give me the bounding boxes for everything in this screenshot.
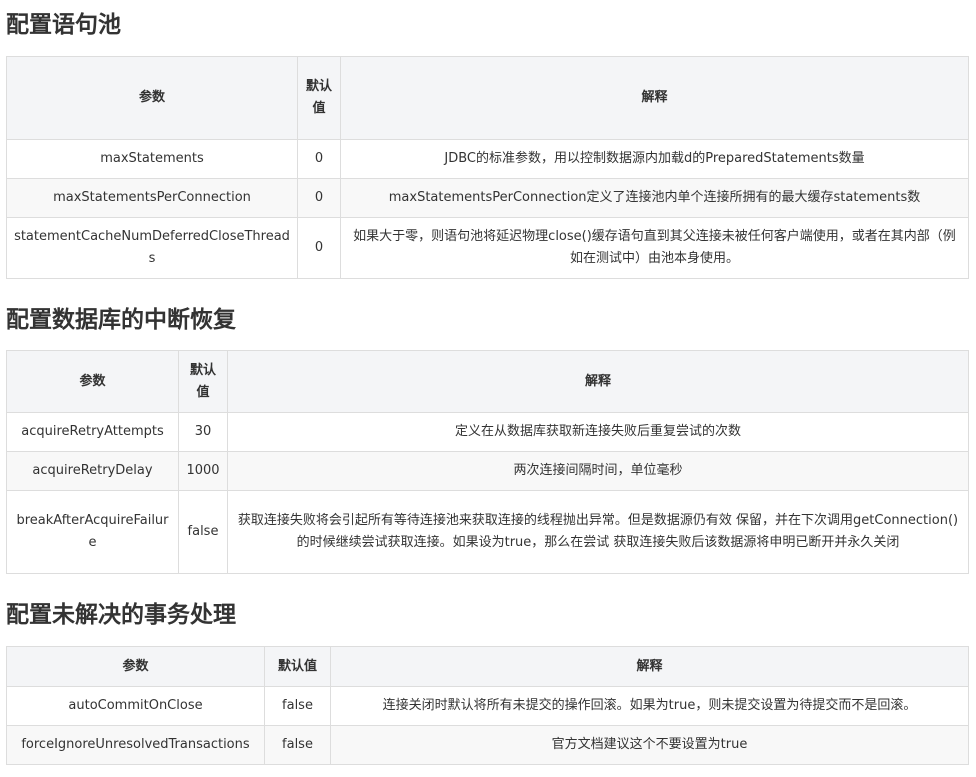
table-row: forceIgnoreUnresolvedTransactions false … <box>6 725 969 765</box>
desc-cell: 定义在从数据库获取新连接失败后重复尝试的次数 <box>227 412 969 452</box>
header-default: 默认值 <box>297 56 341 140</box>
header-param: 参数 <box>6 350 179 413</box>
default-cell: 1000 <box>178 451 228 491</box>
page: 配置语句池 参数 默认值 解释 maxStatements 0 JDBC的标准参… <box>0 0 976 777</box>
param-cell: breakAfterAcquireFailure <box>6 490 179 574</box>
table-row: acquireRetryDelay 1000 两次连接间隔时间，单位毫秒 <box>6 451 969 491</box>
param-cell: autoCommitOnClose <box>6 686 265 726</box>
section-title-statement-pool: 配置语句池 <box>6 12 121 38</box>
desc-cell: 获取连接失败将会引起所有等待连接池来获取连接的线程抛出异常。但是数据源仍有效 保… <box>227 490 969 574</box>
unresolved-tx-table: 参数 默认值 解释 autoCommitOnClose false 连接关闭时默… <box>6 646 969 765</box>
default-cell: 0 <box>297 217 341 279</box>
param-cell: maxStatements <box>6 139 298 179</box>
desc-cell: 官方文档建议这个不要设置为true <box>330 725 969 765</box>
table-header-row: 参数 默认值 解释 <box>6 56 969 140</box>
param-cell: maxStatementsPerConnection <box>6 178 298 218</box>
table-row: autoCommitOnClose false 连接关闭时默认将所有未提交的操作… <box>6 686 969 726</box>
param-cell: acquireRetryDelay <box>6 451 179 491</box>
default-cell: false <box>178 490 228 574</box>
table-row: acquireRetryAttempts 30 定义在从数据库获取新连接失败后重… <box>6 412 969 452</box>
header-param: 参数 <box>6 56 298 140</box>
section-title-db-recovery: 配置数据库的中断恢复 <box>6 307 236 333</box>
header-default: 默认值 <box>264 646 331 687</box>
header-desc: 解释 <box>340 56 969 140</box>
table-row: maxStatementsPerConnection 0 maxStatemen… <box>6 178 969 218</box>
header-param: 参数 <box>6 646 265 687</box>
desc-cell: 如果大于零，则语句池将延迟物理close()缓存语句直到其父连接未被任何客户端使… <box>340 217 969 279</box>
default-cell: 0 <box>297 139 341 179</box>
param-cell: statementCacheNumDeferredCloseThreads <box>6 217 298 279</box>
table-row: breakAfterAcquireFailure false 获取连接失败将会引… <box>6 490 969 574</box>
param-cell: forceIgnoreUnresolvedTransactions <box>6 725 265 765</box>
desc-cell: 两次连接间隔时间，单位毫秒 <box>227 451 969 491</box>
table-header-row: 参数 默认值 解释 <box>6 350 969 413</box>
param-cell: acquireRetryAttempts <box>6 412 179 452</box>
statement-pool-table: 参数 默认值 解释 maxStatements 0 JDBC的标准参数，用以控制… <box>6 56 969 279</box>
desc-cell: JDBC的标准参数，用以控制数据源内加载d的PreparedStatements… <box>340 139 969 179</box>
default-cell: 0 <box>297 178 341 218</box>
header-default: 默认值 <box>178 350 228 413</box>
desc-cell: maxStatementsPerConnection定义了连接池内单个连接所拥有… <box>340 178 969 218</box>
table-header-row: 参数 默认值 解释 <box>6 646 969 687</box>
table-row: maxStatements 0 JDBC的标准参数，用以控制数据源内加载d的Pr… <box>6 139 969 179</box>
db-recovery-table: 参数 默认值 解释 acquireRetryAttempts 30 定义在从数据… <box>6 350 969 574</box>
default-cell: false <box>264 686 331 726</box>
desc-cell: 连接关闭时默认将所有未提交的操作回滚。如果为true，则未提交设置为待提交而不是… <box>330 686 969 726</box>
header-desc: 解释 <box>330 646 969 687</box>
section-title-unresolved-tx: 配置未解决的事务处理 <box>6 602 236 628</box>
table-row: statementCacheNumDeferredCloseThreads 0 … <box>6 217 969 279</box>
header-desc: 解释 <box>227 350 969 413</box>
default-cell: false <box>264 725 331 765</box>
default-cell: 30 <box>178 412 228 452</box>
